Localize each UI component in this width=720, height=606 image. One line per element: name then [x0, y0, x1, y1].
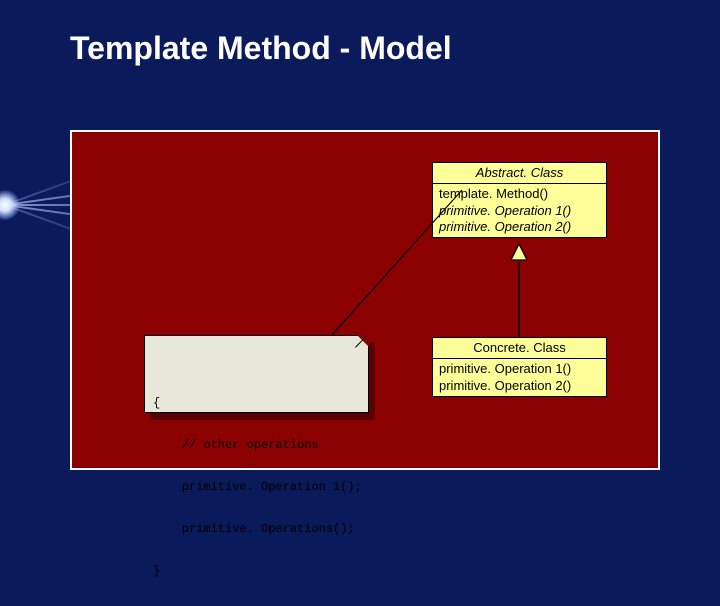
note-line3: primitive. Operation 1(); — [153, 480, 360, 494]
note-line4: primitive. Operations(); — [153, 522, 360, 536]
code-note: { // other operations primitive. Operati… — [144, 335, 369, 413]
method-primitive1: primitive. Operation 1() — [439, 203, 600, 219]
inheritance-arrowhead-icon — [511, 244, 527, 260]
note-line1: { — [153, 396, 360, 410]
concrete-class-name: Concrete. Class — [433, 338, 606, 359]
method-template: template. Method() — [439, 186, 600, 202]
note-line2: // other operations — [153, 438, 360, 452]
concrete-class-methods: primitive. Operation 1() primitive. Oper… — [433, 359, 606, 396]
slide-title: Template Method - Model — [70, 30, 452, 67]
concrete-class-box: Concrete. Class primitive. Operation 1()… — [432, 337, 607, 397]
abstract-class-box: Abstract. Class template. Method() primi… — [432, 162, 607, 238]
abstract-class-methods: template. Method() primitive. Operation … — [433, 184, 606, 237]
method-primitive2: primitive. Operation 2() — [439, 219, 600, 235]
abstract-class-name: Abstract. Class — [433, 163, 606, 184]
diagram-frame: Abstract. Class template. Method() primi… — [70, 130, 660, 470]
method-primitive2-concrete: primitive. Operation 2() — [439, 378, 600, 394]
method-primitive1-concrete: primitive. Operation 1() — [439, 361, 600, 377]
note-line5: } — [153, 564, 360, 578]
